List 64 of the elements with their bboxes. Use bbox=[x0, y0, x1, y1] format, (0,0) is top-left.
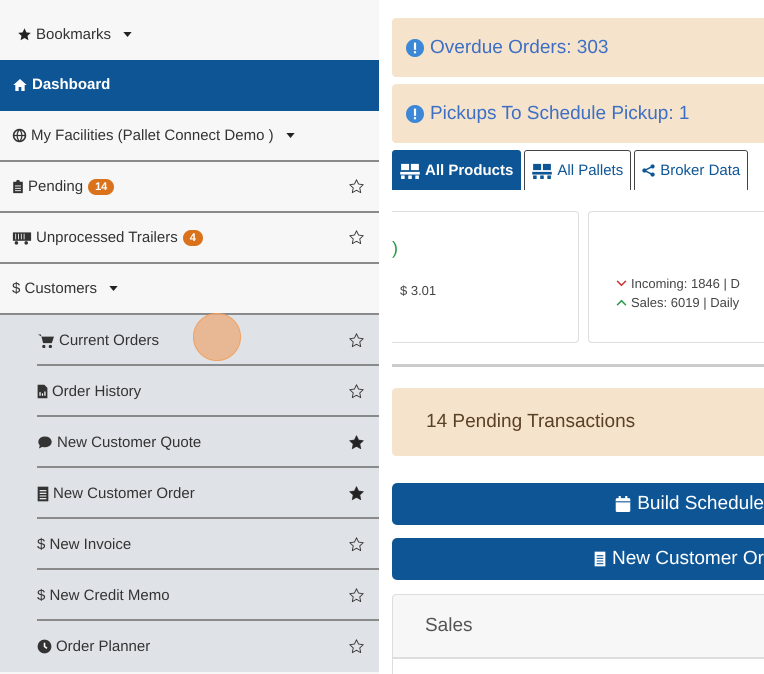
favorite-star-icon[interactable] bbox=[348, 434, 365, 451]
globe-icon bbox=[12, 128, 27, 143]
submenu-item-label: Current Orders bbox=[59, 332, 160, 349]
sidebar-item[interactable]: Unprocessed Trailers 4 bbox=[0, 213, 379, 264]
tab[interactable]: Broker Data bbox=[634, 150, 748, 190]
clipboard-icon bbox=[12, 179, 24, 194]
info-icon bbox=[406, 38, 424, 56]
favorite-star-icon[interactable] bbox=[348, 536, 365, 553]
tab[interactable]: All Products bbox=[392, 150, 522, 190]
price-text: $ 3.01 bbox=[400, 283, 436, 298]
trend-text: Sales: 6019 | Daily bbox=[631, 295, 740, 310]
pallets-icon bbox=[532, 162, 552, 178]
submenu-item-label: Order Planner bbox=[56, 638, 150, 655]
submenu-item-label: $ New Invoice bbox=[37, 536, 132, 553]
alert-text: Overdue Orders: 303 bbox=[430, 36, 608, 58]
submenu-item-label: Order History bbox=[52, 383, 142, 400]
document-icon bbox=[37, 486, 49, 502]
sidebar-item-label: My Facilities (Pallet Connect Demo ) bbox=[31, 127, 274, 144]
submenu-item-label: $ New Credit Memo bbox=[37, 587, 170, 604]
pallets-icon bbox=[400, 162, 420, 178]
sidebar-item[interactable]: Pending 14 bbox=[0, 162, 379, 213]
tab[interactable]: All Pallets bbox=[524, 150, 632, 190]
count-badge: 14 bbox=[88, 178, 114, 194]
sidebar-item-label: $ Customers bbox=[12, 280, 98, 297]
submenu-item-label: New Customer Order bbox=[53, 485, 195, 502]
share-icon bbox=[642, 164, 656, 177]
chevron-up-icon bbox=[616, 299, 627, 306]
caret-icon bbox=[109, 286, 118, 291]
alert-text: 14 Pending Transactions bbox=[426, 411, 636, 433]
favorite-star-icon[interactable] bbox=[348, 638, 365, 655]
sidebar-item-label: Unprocessed Trailers bbox=[36, 229, 178, 246]
document-icon bbox=[594, 551, 606, 567]
star-icon bbox=[17, 27, 32, 42]
submenu-item[interactable]: Order Planner bbox=[0, 621, 379, 672]
favorite-star-icon[interactable] bbox=[348, 229, 365, 246]
sidebar-item-label: Bookmarks bbox=[36, 26, 112, 43]
panel-title: Sales bbox=[425, 615, 473, 637]
favorite-star-icon[interactable] bbox=[348, 178, 365, 195]
action-button[interactable]: New Customer Or bbox=[392, 538, 764, 580]
favorite-star-icon[interactable] bbox=[348, 383, 365, 400]
trailer-icon bbox=[12, 230, 32, 244]
count-badge: 4 bbox=[182, 230, 203, 246]
favorite-star-icon[interactable] bbox=[348, 485, 365, 502]
submenu-item-label: New Customer Quote bbox=[57, 434, 202, 451]
calendar-icon bbox=[615, 495, 632, 513]
sidebar-item-label: Dashboard bbox=[32, 76, 110, 93]
cart-icon bbox=[37, 332, 55, 348]
caret-icon bbox=[123, 32, 132, 37]
sidebar-item[interactable]: Bookmarks bbox=[0, 9, 379, 60]
favorite-star-icon[interactable] bbox=[348, 587, 365, 604]
alert-text: Pickups To Schedule Pickup: 1 bbox=[430, 102, 690, 124]
sidebar-item[interactable]: Dashboard bbox=[0, 60, 379, 111]
file-icon bbox=[37, 384, 48, 399]
card-value: ) bbox=[392, 238, 398, 259]
comment-icon bbox=[37, 435, 53, 450]
favorite-star-icon[interactable] bbox=[348, 332, 365, 349]
home-icon bbox=[12, 76, 28, 92]
chevron-down-icon bbox=[616, 280, 627, 287]
action-button[interactable]: Build Schedule bbox=[392, 483, 764, 525]
clock-icon bbox=[37, 639, 52, 654]
info-icon bbox=[406, 104, 424, 122]
trend-text: Incoming: 1846 | D bbox=[631, 276, 740, 291]
sidebar-item-label: Pending bbox=[28, 178, 84, 195]
caret-icon bbox=[286, 133, 295, 138]
